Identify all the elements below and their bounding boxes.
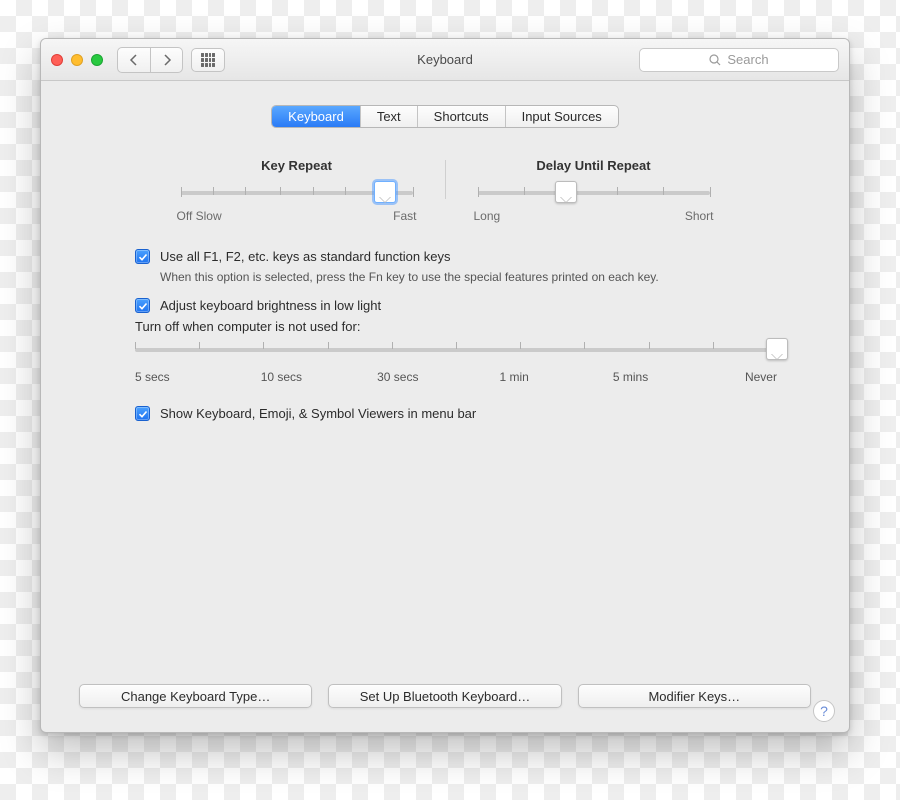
show-all-button[interactable]: [191, 48, 225, 72]
key-repeat-labels: Off Slow Fast: [177, 209, 417, 223]
delay-labels: Long Short: [474, 209, 714, 223]
check-icon: [138, 252, 148, 262]
turnoff-tick-2: 30 secs: [368, 370, 428, 384]
option-viewers[interactable]: Show Keyboard, Emoji, & Symbol Viewers i…: [135, 406, 801, 421]
turnoff-thumb[interactable]: [766, 338, 788, 360]
turnoff-tick-labels: 5 secs 10 secs 30 secs 1 min 5 mins Neve…: [135, 370, 777, 384]
turnoff-tick-3: 1 min: [484, 370, 544, 384]
check-icon: [138, 301, 148, 311]
chevron-right-icon: [162, 54, 172, 66]
option-brightness-label: Adjust keyboard brightness in low light: [160, 298, 381, 313]
key-repeat-slider[interactable]: [181, 191, 413, 195]
delay-ticks: [478, 187, 710, 199]
titlebar: Keyboard Search: [41, 39, 849, 81]
zoom-icon[interactable]: [91, 54, 103, 66]
turnoff-ticks: [135, 344, 777, 356]
content-area: Keyboard Text Shortcuts Input Sources Ke…: [41, 81, 849, 732]
tab-shortcuts[interactable]: Shortcuts: [417, 106, 505, 127]
bottom-buttons: Change Keyboard Type… Set Up Bluetooth K…: [79, 684, 811, 716]
preferences-window: Keyboard Search Keyboard Text Shortcuts …: [40, 38, 850, 733]
delay-thumb[interactable]: [555, 181, 577, 203]
search-placeholder: Search: [727, 52, 768, 67]
help-button[interactable]: ?: [813, 700, 835, 722]
tab-bar: Keyboard Text Shortcuts Input Sources: [271, 105, 619, 128]
turnoff-slider[interactable]: [135, 348, 777, 352]
minimize-icon[interactable]: [71, 54, 83, 66]
option-fn-keys[interactable]: Use all F1, F2, etc. keys as standard fu…: [135, 249, 801, 264]
key-repeat-title: Key Repeat: [177, 158, 417, 173]
options-area: Use all F1, F2, etc. keys as standard fu…: [135, 249, 801, 427]
key-repeat-thumb[interactable]: [374, 181, 396, 203]
option-viewers-label: Show Keyboard, Emoji, & Symbol Viewers i…: [160, 406, 476, 421]
option-brightness[interactable]: Adjust keyboard brightness in low light: [135, 298, 801, 313]
grid-icon: [201, 53, 215, 67]
checkbox-viewers[interactable]: [135, 406, 150, 421]
checkbox-fn-keys[interactable]: [135, 249, 150, 264]
delay-slider[interactable]: [478, 191, 710, 195]
search-input[interactable]: Search: [639, 48, 839, 72]
delay-left-label: Long: [474, 209, 501, 223]
traffic-lights: [51, 54, 103, 66]
slider-divider: [445, 160, 446, 199]
option-fn-keys-hint: When this option is selected, press the …: [160, 270, 680, 284]
search-icon: [709, 54, 721, 66]
turnoff-tick-5: Never: [717, 370, 777, 384]
tab-input-sources[interactable]: Input Sources: [505, 106, 618, 127]
delay-right-label: Short: [685, 209, 714, 223]
chevron-left-icon: [129, 54, 139, 66]
checkbox-brightness[interactable]: [135, 298, 150, 313]
change-keyboard-type-button[interactable]: Change Keyboard Type…: [79, 684, 312, 708]
tab-keyboard[interactable]: Keyboard: [272, 106, 360, 127]
tab-text[interactable]: Text: [360, 106, 417, 127]
key-repeat-group: Key Repeat Off Slow Fast: [177, 158, 417, 223]
back-button[interactable]: [118, 48, 150, 72]
delay-group: Delay Until Repeat Long Short: [474, 158, 714, 223]
nav-back-forward: [117, 47, 183, 73]
key-repeat-left-label: Off Slow: [177, 209, 222, 223]
option-fn-keys-label: Use all F1, F2, etc. keys as standard fu…: [160, 249, 450, 264]
turnoff-tick-0: 5 secs: [135, 370, 195, 384]
slider-row: Key Repeat Off Slow Fast Delay Until Rep…: [79, 158, 811, 223]
modifier-keys-button[interactable]: Modifier Keys…: [578, 684, 811, 708]
turnoff-tick-1: 10 secs: [251, 370, 311, 384]
close-icon[interactable]: [51, 54, 63, 66]
turnoff-slider-group: 5 secs 10 secs 30 secs 1 min 5 mins Neve…: [135, 348, 777, 384]
turnoff-tick-4: 5 mins: [601, 370, 661, 384]
key-repeat-right-label: Fast: [393, 209, 416, 223]
delay-title: Delay Until Repeat: [474, 158, 714, 173]
check-icon: [138, 409, 148, 419]
forward-button[interactable]: [150, 48, 182, 72]
setup-bluetooth-button[interactable]: Set Up Bluetooth Keyboard…: [328, 684, 561, 708]
turnoff-label: Turn off when computer is not used for:: [135, 319, 801, 334]
help-icon: ?: [820, 703, 828, 719]
